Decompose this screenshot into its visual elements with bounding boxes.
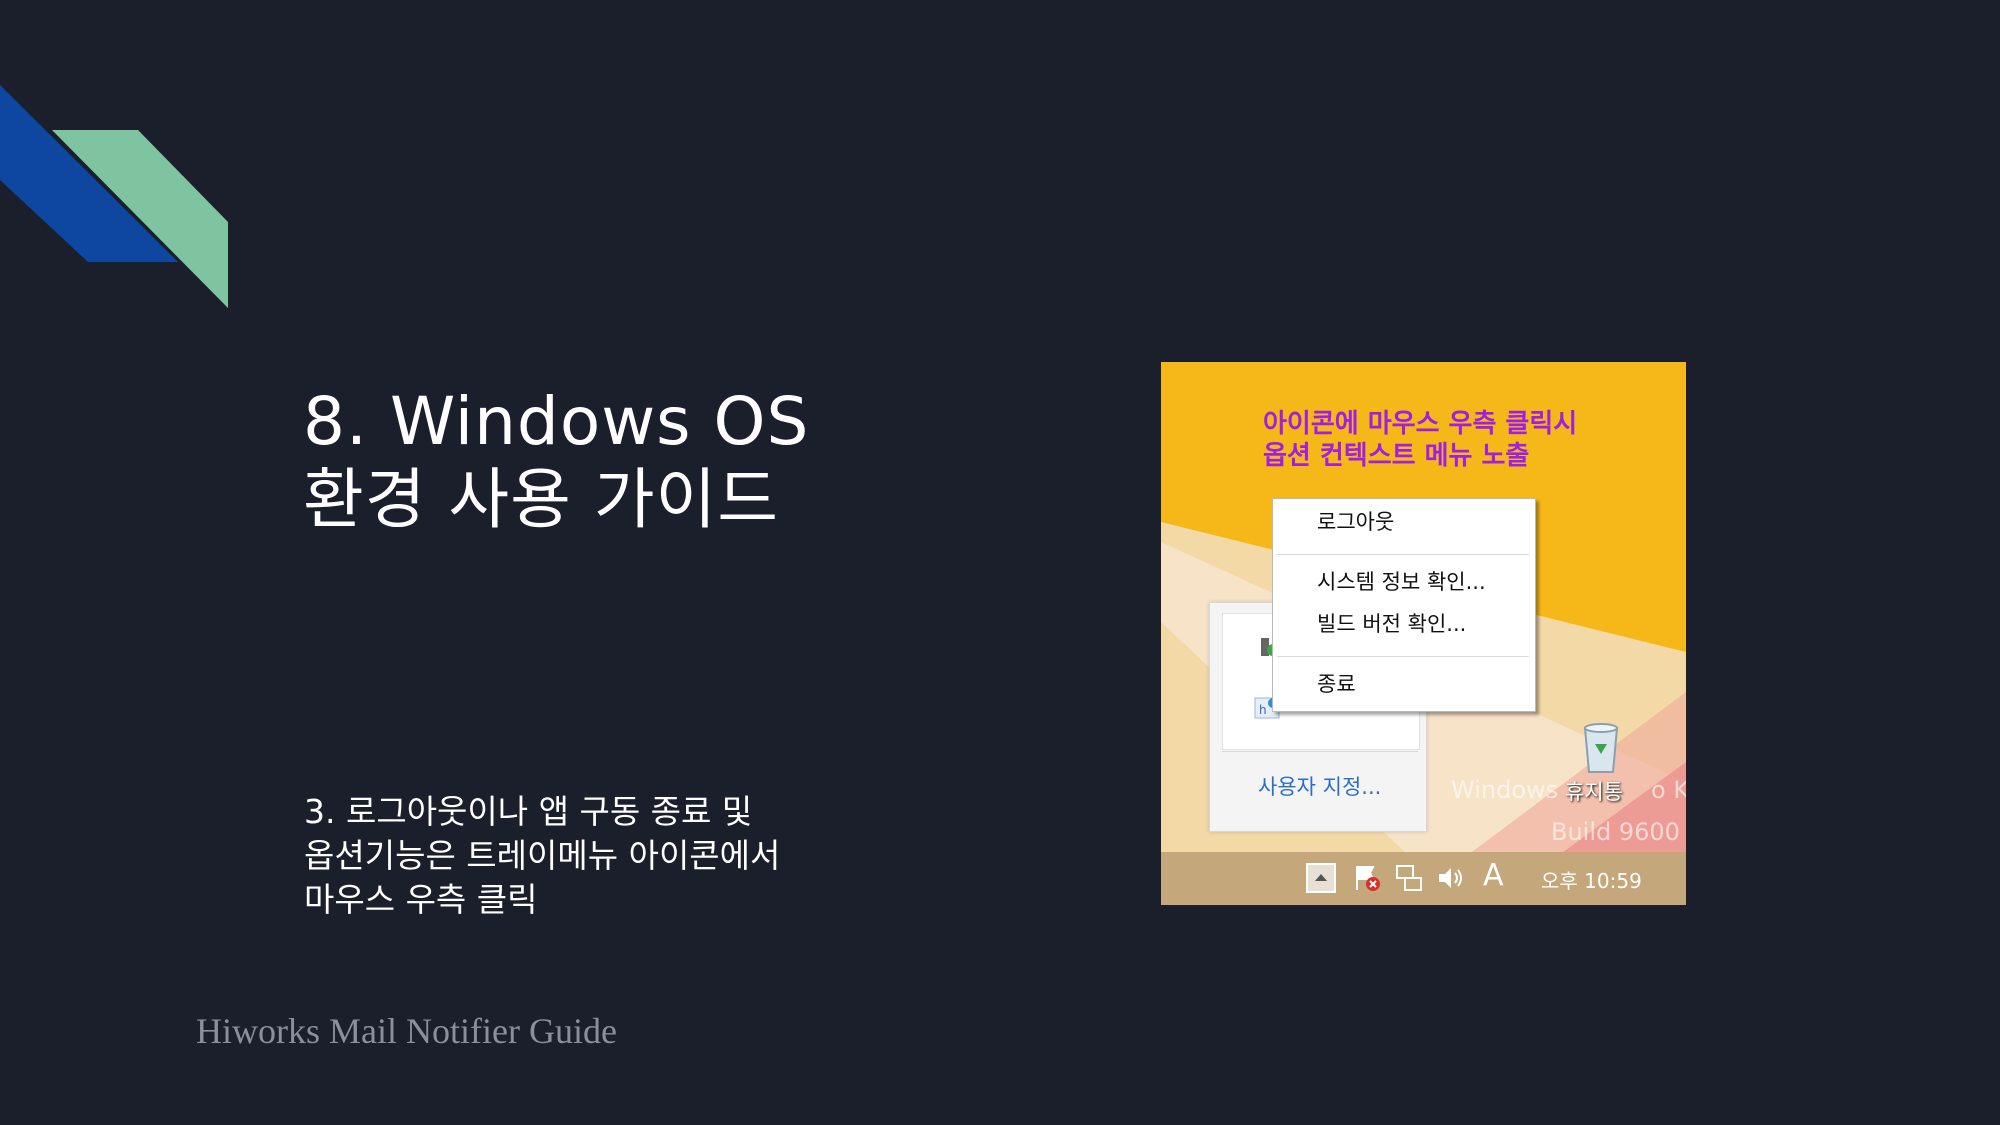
svg-text:h: h — [1259, 703, 1267, 717]
screenshot-annotation: 아이콘에 마우스 우측 클릭시 옵션 컨텍스트 메뉴 노출 — [1263, 408, 1577, 472]
windows-watermark-tail: o K — [1651, 776, 1686, 804]
windows-watermark-text: Windows — [1451, 776, 1559, 804]
slide-body-text: 3. 로그아웃이나 앱 구동 종료 및 옵션기능은 트레이메뉴 아이콘에서 마우… — [304, 790, 780, 922]
recycle-bin-icon[interactable] — [1579, 720, 1623, 776]
volume-icon[interactable] — [1435, 862, 1467, 894]
accent-stripes-decoration — [0, 85, 228, 308]
taskbar-clock[interactable]: 오후 10:59 — [1541, 865, 1642, 894]
tray-customize-link[interactable]: 사용자 지정... — [1258, 771, 1381, 801]
recycle-bin-label[interactable]: 휴지통 — [1565, 776, 1623, 806]
menu-item-build-version[interactable]: 빌드 버전 확인... — [1317, 611, 1466, 637]
menu-separator — [1277, 656, 1529, 657]
menu-separator — [1277, 554, 1529, 555]
menu-item-system-info[interactable]: 시스템 정보 확인... — [1317, 569, 1486, 595]
windows-build-text: Build 9600 — [1551, 818, 1680, 846]
slide-title-line1: 8. Windows OS — [303, 383, 810, 460]
network-icon[interactable] — [1393, 862, 1425, 894]
slide-title-line2: 환경 사용 가이드 — [303, 461, 779, 538]
show-hidden-icons-icon[interactable] — [1305, 862, 1337, 894]
windows-screenshot: 아이콘에 마우스 우측 클릭시 옵션 컨텍스트 메뉴 노출 h 사용자 지정..… — [1161, 362, 1686, 905]
body-line-1: 3. 로그아웃이나 앱 구동 종료 및 — [304, 792, 753, 831]
ime-indicator[interactable]: A — [1483, 858, 1504, 893]
slide: 8. Windows OS 환경 사용 가이드 3. 로그아웃이나 앱 구동 종… — [0, 0, 2000, 1125]
body-line-3: 마우스 우측 클릭 — [304, 880, 538, 919]
annotation-line-1: 아이콘에 마우스 우측 클릭시 — [1263, 409, 1578, 439]
tray-context-menu: 로그아웃 시스템 정보 확인... 빌드 버전 확인... 종료 — [1272, 498, 1536, 712]
action-center-flag-icon[interactable] — [1351, 862, 1383, 894]
body-line-2: 옵션기능은 트레이메뉴 아이콘에서 — [304, 836, 781, 875]
slide-footer: Hiworks Mail Notifier Guide — [196, 1011, 617, 1051]
menu-item-exit[interactable]: 종료 — [1317, 671, 1356, 697]
menu-item-logout[interactable]: 로그아웃 — [1317, 509, 1394, 535]
annotation-line-2: 옵션 컨텍스트 메뉴 노출 — [1263, 441, 1530, 471]
tray-popup-divider — [1222, 751, 1418, 752]
slide-title: 8. Windows OS 환경 사용 가이드 — [303, 383, 809, 539]
taskbar: A 오후 10:59 — [1161, 852, 1686, 905]
